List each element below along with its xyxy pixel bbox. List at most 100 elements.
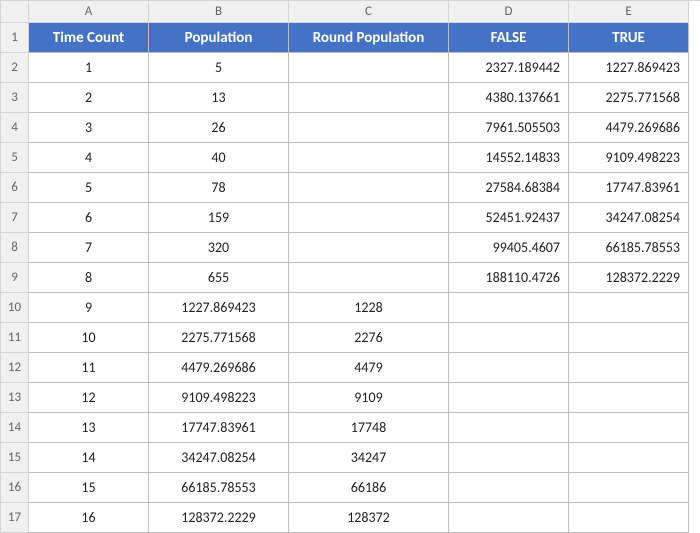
cell[interactable]: 17747.83961 [569, 173, 689, 203]
col-header-d[interactable]: D [449, 1, 569, 23]
col-header-a[interactable]: A [29, 1, 149, 23]
cell[interactable] [569, 443, 689, 473]
cell[interactable]: 14 [29, 443, 149, 473]
cell[interactable]: 2275.771568 [569, 83, 689, 113]
cell[interactable]: 34247 [289, 443, 449, 473]
cell[interactable]: 655 [149, 263, 289, 293]
row-header[interactable]: 10 [1, 293, 29, 323]
cell[interactable]: 188110.4726 [449, 263, 569, 293]
cell[interactable] [569, 293, 689, 323]
cell[interactable]: 27584.68384 [449, 173, 569, 203]
row-header[interactable]: 3 [1, 83, 29, 113]
cell[interactable]: 52451.92437 [449, 203, 569, 233]
header-time-count[interactable]: Time Count [29, 23, 149, 53]
cell[interactable]: 1227.869423 [569, 53, 689, 83]
row-header[interactable]: 14 [1, 413, 29, 443]
cell[interactable]: 14552.14833 [449, 143, 569, 173]
cell[interactable]: 15 [29, 473, 149, 503]
cell[interactable]: 99405.4607 [449, 233, 569, 263]
cell[interactable]: 40 [149, 143, 289, 173]
row-header[interactable]: 16 [1, 473, 29, 503]
cell[interactable]: 2327.189442 [449, 53, 569, 83]
cell[interactable] [449, 503, 569, 533]
cell[interactable] [289, 83, 449, 113]
row-header[interactable]: 12 [1, 353, 29, 383]
row-header[interactable]: 7 [1, 203, 29, 233]
cell[interactable]: 66185.78553 [569, 233, 689, 263]
row-header[interactable]: 9 [1, 263, 29, 293]
corner-cell[interactable] [1, 1, 29, 23]
cell[interactable]: 1227.869423 [149, 293, 289, 323]
cell[interactable]: 159 [149, 203, 289, 233]
col-header-b[interactable]: B [149, 1, 289, 23]
cell[interactable] [289, 233, 449, 263]
cell[interactable]: 7 [29, 233, 149, 263]
cell[interactable]: 128372.2229 [149, 503, 289, 533]
cell[interactable] [449, 443, 569, 473]
cell[interactable]: 1228 [289, 293, 449, 323]
cell[interactable] [569, 323, 689, 353]
cell[interactable] [449, 353, 569, 383]
cell[interactable]: 9109.498223 [569, 143, 689, 173]
header-population[interactable]: Population [149, 23, 289, 53]
cell[interactable]: 4479 [289, 353, 449, 383]
row-header[interactable]: 2 [1, 53, 29, 83]
cell[interactable]: 4380.137661 [449, 83, 569, 113]
cell[interactable]: 8 [29, 263, 149, 293]
cell[interactable]: 17748 [289, 413, 449, 443]
cell[interactable]: 128372 [289, 503, 449, 533]
cell[interactable]: 128372.2229 [569, 263, 689, 293]
cell[interactable]: 78 [149, 173, 289, 203]
cell[interactable] [569, 473, 689, 503]
cell[interactable]: 34247.08254 [149, 443, 289, 473]
cell[interactable] [289, 263, 449, 293]
cell[interactable] [289, 53, 449, 83]
cell[interactable] [289, 173, 449, 203]
cell[interactable]: 13 [29, 413, 149, 443]
header-round-population[interactable]: Round Population [289, 23, 449, 53]
cell[interactable] [569, 503, 689, 533]
cell[interactable]: 2276 [289, 323, 449, 353]
cell[interactable]: 2 [29, 83, 149, 113]
cell[interactable]: 34247.08254 [569, 203, 689, 233]
cell[interactable]: 12 [29, 383, 149, 413]
cell[interactable] [449, 323, 569, 353]
cell[interactable]: 11 [29, 353, 149, 383]
cell[interactable] [449, 383, 569, 413]
row-header[interactable]: 8 [1, 233, 29, 263]
cell[interactable] [449, 413, 569, 443]
cell[interactable]: 13 [149, 83, 289, 113]
cell[interactable] [449, 473, 569, 503]
cell[interactable]: 16 [29, 503, 149, 533]
cell[interactable]: 6 [29, 203, 149, 233]
cell[interactable]: 1 [29, 53, 149, 83]
cell[interactable]: 3 [29, 113, 149, 143]
row-header[interactable]: 4 [1, 113, 29, 143]
cell[interactable] [569, 413, 689, 443]
cell[interactable]: 4479.269686 [149, 353, 289, 383]
cell[interactable]: 10 [29, 323, 149, 353]
cell[interactable]: 9109.498223 [149, 383, 289, 413]
header-true[interactable]: TRUE [569, 23, 689, 53]
cell[interactable] [449, 293, 569, 323]
cell[interactable] [569, 353, 689, 383]
row-header[interactable]: 6 [1, 173, 29, 203]
row-header[interactable]: 17 [1, 503, 29, 533]
cell[interactable] [289, 113, 449, 143]
cell[interactable] [289, 143, 449, 173]
col-header-c[interactable]: C [289, 1, 449, 23]
cell[interactable]: 5 [149, 53, 289, 83]
cell[interactable]: 17747.83961 [149, 413, 289, 443]
row-header[interactable]: 5 [1, 143, 29, 173]
cell[interactable]: 320 [149, 233, 289, 263]
cell[interactable]: 2275.771568 [149, 323, 289, 353]
row-header[interactable]: 15 [1, 443, 29, 473]
cell[interactable]: 4 [29, 143, 149, 173]
row-header[interactable]: 11 [1, 323, 29, 353]
cell[interactable]: 66185.78553 [149, 473, 289, 503]
cell[interactable] [289, 203, 449, 233]
row-header[interactable]: 1 [1, 23, 29, 53]
header-false[interactable]: FALSE [449, 23, 569, 53]
cell[interactable]: 9109 [289, 383, 449, 413]
row-header[interactable]: 13 [1, 383, 29, 413]
